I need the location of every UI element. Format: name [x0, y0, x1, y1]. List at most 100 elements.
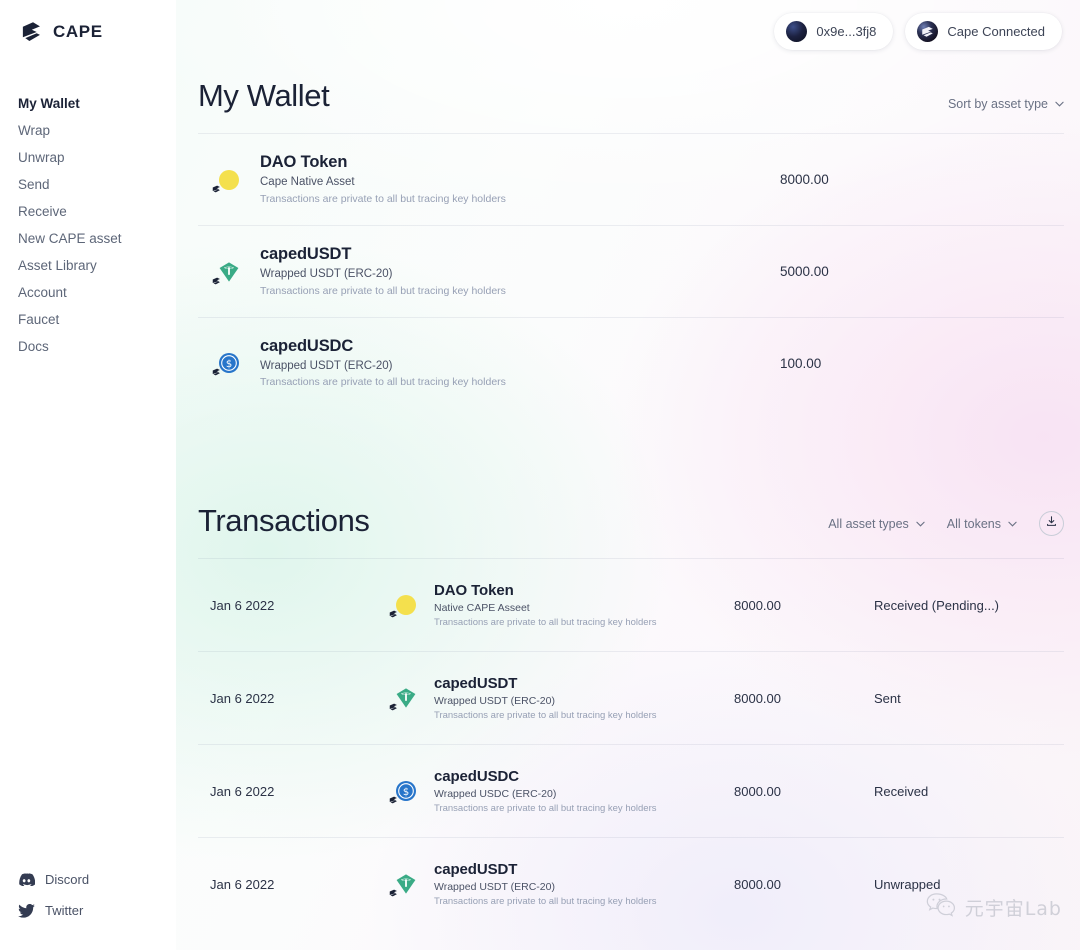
- tx-asset-name: capedUSDT: [434, 861, 734, 880]
- cape-chip-icon: [212, 184, 221, 193]
- sidebar-item-new-cape-asset[interactable]: New CAPE asset: [0, 225, 176, 252]
- download-icon: [1045, 515, 1058, 533]
- asset-info: capedUSDC Wrapped USDT (ERC-20) Transact…: [256, 336, 780, 390]
- table-row[interactable]: Jan 6 2022 $: [198, 744, 1064, 837]
- asset-subtitle: Cape Native Asset: [260, 175, 780, 190]
- cape-chip-icon: [389, 888, 398, 897]
- tx-amount: 8000.00: [734, 877, 874, 892]
- tx-date: Jan 6 2022: [202, 691, 378, 706]
- sort-dropdown-label: Sort by asset type: [948, 97, 1048, 111]
- tx-icon: [378, 594, 434, 616]
- dao-token-icon: [395, 594, 417, 616]
- cape-mark-icon: [917, 21, 938, 42]
- asset-name: capedUSDC: [260, 336, 780, 357]
- sidebar-item-account[interactable]: Account: [0, 279, 176, 306]
- wallet-section-head: My Wallet Sort by asset type: [198, 80, 1064, 111]
- discord-link[interactable]: Discord: [18, 872, 89, 887]
- transaction-list: Jan 6 2022: [198, 558, 1064, 930]
- cape-chip-icon: [389, 609, 398, 618]
- sidebar-item-faucet[interactable]: Faucet: [0, 306, 176, 333]
- status-badge: Received (Pending...): [874, 598, 1060, 613]
- twitter-link[interactable]: Twitter: [18, 903, 89, 918]
- asset-row[interactable]: $ capedUSDC Wrapped USDT (ERC-20): [198, 317, 1064, 409]
- sidebar-social-links: Discord Twitter: [18, 872, 89, 918]
- tx-asset-subtitle: Wrapped USDT (ERC-20): [434, 881, 734, 893]
- tx-icon: [378, 873, 434, 895]
- tx-amount: 8000.00: [734, 691, 874, 706]
- asset-balance: 100.00: [780, 356, 1060, 371]
- chevron-down-icon: [916, 521, 925, 527]
- tx-info: capedUSDT Wrapped USDT (ERC-20) Transact…: [434, 675, 734, 722]
- account-address-button[interactable]: 0x9e...3fj8: [774, 13, 893, 50]
- asset-name: DAO Token: [260, 152, 780, 173]
- page-title: My Wallet: [198, 80, 329, 111]
- svg-text:$: $: [403, 787, 409, 798]
- tx-amount: 8000.00: [734, 784, 874, 799]
- asset-balance: 8000.00: [780, 172, 1060, 187]
- tx-date: Jan 6 2022: [202, 784, 378, 799]
- main-content: 0x9e...3fj8: [176, 0, 1080, 950]
- sidebar-item-receive[interactable]: Receive: [0, 198, 176, 225]
- discord-icon: [18, 873, 35, 886]
- tx-asset-name: capedUSDT: [434, 675, 734, 694]
- account-address-label: 0x9e...3fj8: [816, 24, 876, 39]
- sidebar-item-send[interactable]: Send: [0, 171, 176, 198]
- table-row[interactable]: Jan 6 2022: [198, 651, 1064, 744]
- asset-privacy-note: Transactions are private to all but trac…: [260, 285, 780, 299]
- tx-icon: [378, 687, 434, 709]
- status-badge: Sent: [874, 691, 1060, 706]
- tx-date: Jan 6 2022: [202, 598, 378, 613]
- sidebar-item-wrap[interactable]: Wrap: [0, 117, 176, 144]
- asset-info: capedUSDT Wrapped USDT (ERC-20) Transact…: [256, 244, 780, 298]
- transactions-section-head: Transactions All asset types All tokens: [198, 505, 1064, 536]
- table-row[interactable]: Jan 6 2022: [198, 837, 1064, 930]
- sidebar-item-my-wallet[interactable]: My Wallet: [0, 90, 176, 117]
- asset-privacy-note: Transactions are private to all but trac…: [260, 376, 780, 390]
- tx-privacy-note: Transactions are private to all but trac…: [434, 803, 734, 814]
- transactions-controls: All asset types All tokens: [828, 511, 1064, 536]
- wallet-section: My Wallet Sort by asset type: [198, 0, 1064, 409]
- svg-text:$: $: [226, 359, 232, 370]
- chevron-down-icon: [1055, 101, 1064, 107]
- usdt-token-icon: [218, 261, 240, 283]
- status-badge: Unwrapped: [874, 877, 1060, 892]
- brand[interactable]: CAPE: [0, 0, 176, 45]
- sidebar-item-asset-library[interactable]: Asset Library: [0, 252, 176, 279]
- wallet-controls: Sort by asset type: [948, 97, 1064, 111]
- sidebar-item-docs[interactable]: Docs: [0, 333, 176, 360]
- transactions-section: Transactions All asset types All tokens: [198, 505, 1064, 930]
- asset-row[interactable]: DAO Token Cape Native Asset Transactions…: [198, 133, 1064, 225]
- asset-row[interactable]: capedUSDT Wrapped USDT (ERC-20) Transact…: [198, 225, 1064, 317]
- asset-subtitle: Wrapped USDT (ERC-20): [260, 359, 780, 374]
- tx-asset-subtitle: Wrapped USDC (ERC-20): [434, 788, 734, 800]
- sort-by-asset-type-dropdown[interactable]: Sort by asset type: [948, 97, 1064, 111]
- wallet-avatar-icon: [786, 21, 807, 42]
- cape-logo-icon: [18, 19, 44, 45]
- sidebar: CAPE My Wallet Wrap Unwrap Send Receive …: [0, 0, 176, 950]
- asset-icon: [202, 261, 256, 283]
- tx-asset-subtitle: Native CAPE Asseet: [434, 602, 734, 614]
- status-badge: Received: [874, 784, 1060, 799]
- tx-info: DAO Token Native CAPE Asseet Transaction…: [434, 582, 734, 629]
- tx-privacy-note: Transactions are private to all but trac…: [434, 896, 734, 907]
- cape-chip-icon: [212, 276, 221, 285]
- download-button[interactable]: [1039, 511, 1064, 536]
- usdc-token-icon: $: [218, 352, 240, 374]
- asset-name: capedUSDT: [260, 244, 780, 265]
- chevron-down-icon: [1008, 521, 1017, 527]
- tx-privacy-note: Transactions are private to all but trac…: [434, 710, 734, 721]
- all-asset-types-label: All asset types: [828, 517, 909, 531]
- all-asset-types-dropdown[interactable]: All asset types: [828, 517, 925, 531]
- tx-date: Jan 6 2022: [202, 877, 378, 892]
- app-root: CAPE My Wallet Wrap Unwrap Send Receive …: [0, 0, 1080, 950]
- table-row[interactable]: Jan 6 2022: [198, 558, 1064, 651]
- twitter-label: Twitter: [45, 903, 83, 918]
- sidebar-item-unwrap[interactable]: Unwrap: [0, 144, 176, 171]
- all-tokens-label: All tokens: [947, 517, 1001, 531]
- discord-label: Discord: [45, 872, 89, 887]
- tx-amount: 8000.00: [734, 598, 874, 613]
- all-tokens-dropdown[interactable]: All tokens: [947, 517, 1017, 531]
- usdt-token-icon: [395, 873, 417, 895]
- cape-connected-button[interactable]: Cape Connected: [905, 13, 1062, 50]
- asset-balance: 5000.00: [780, 264, 1060, 279]
